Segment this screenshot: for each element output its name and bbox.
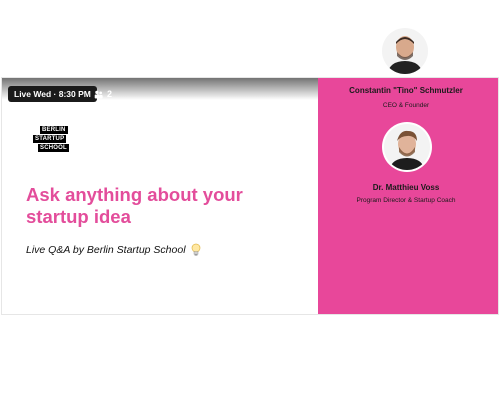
speaker-2-role: Program Director & Startup Coach <box>356 197 456 204</box>
speaker-1-photo <box>382 28 428 74</box>
speaker-1-name: Constantin "Tino" Schmutzler <box>349 86 463 95</box>
speaker-1-role: CEO & Founder <box>382 102 430 109</box>
event-subtitle: Live Q&A by Berlin Startup School <box>26 243 202 257</box>
speaker-2-name: Dr. Matthieu Voss <box>372 183 440 192</box>
logo-line-3: SCHOOL <box>38 144 69 152</box>
event-banner[interactable]: Live Wed · 8:30 PM 2 BERLIN STARTUP SCHO… <box>2 78 498 314</box>
live-time-badge: Live Wed · 8:30 PM <box>8 86 97 102</box>
berlin-startup-school-logo: BERLIN STARTUP SCHOOL <box>33 126 70 153</box>
viewer-count-value: 2 <box>107 89 113 99</box>
speaker-2-photo <box>384 124 430 170</box>
logo-line-2: STARTUP <box>33 135 67 143</box>
event-headline: Ask anything about your startup idea <box>26 184 243 227</box>
event-subtitle-text: Live Q&A by Berlin Startup School <box>26 244 186 256</box>
logo-line-1: BERLIN <box>40 126 68 134</box>
people-icon <box>94 90 103 99</box>
speakers-panel <box>318 78 498 314</box>
lightbulb-icon <box>191 243 200 256</box>
viewer-count: 2 <box>94 86 112 102</box>
